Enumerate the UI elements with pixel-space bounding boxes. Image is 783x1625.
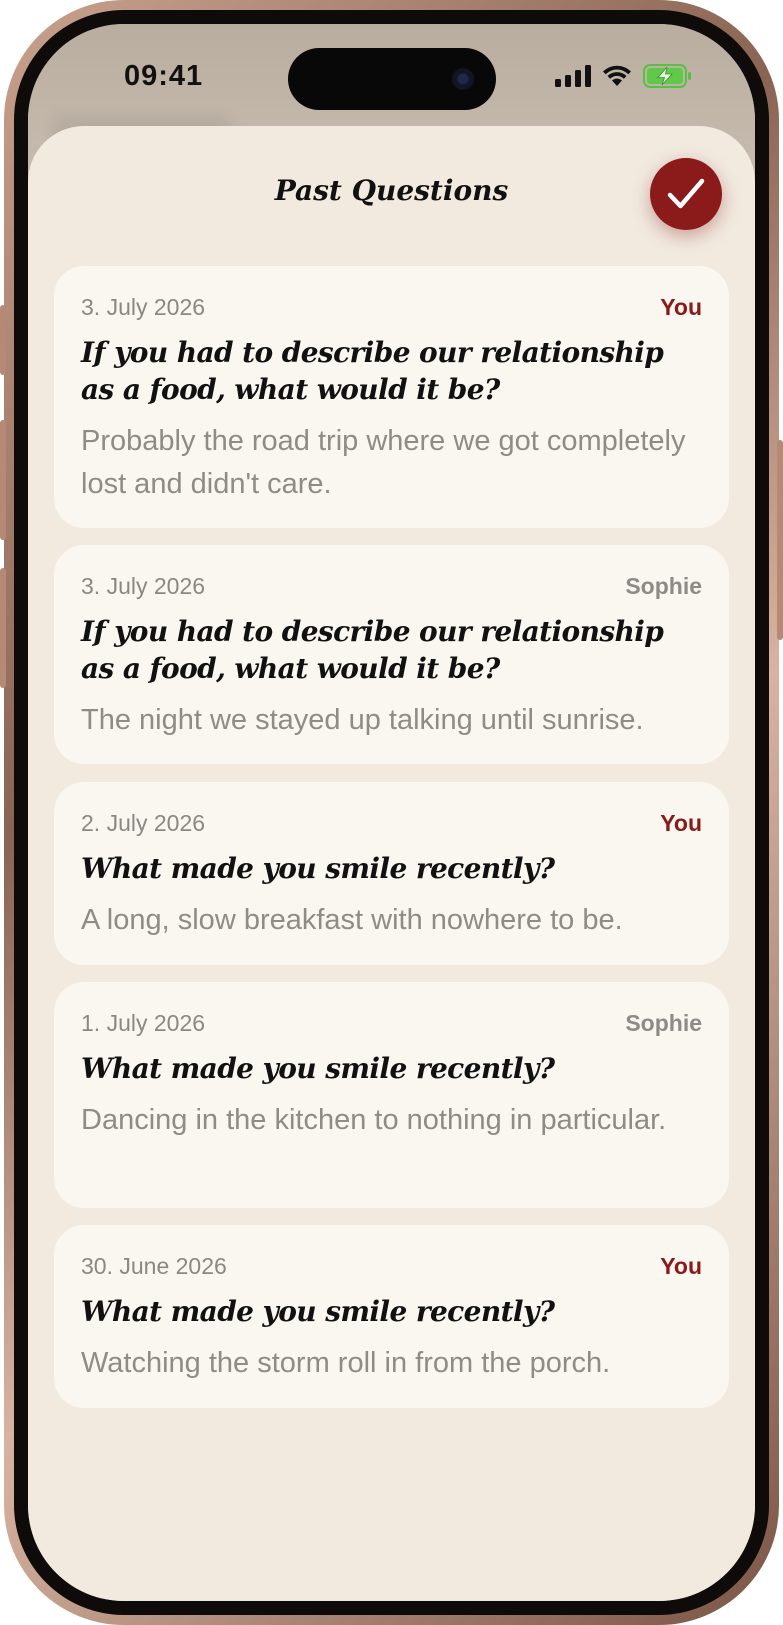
cellular-signal-icon bbox=[555, 65, 591, 87]
question-card[interactable]: 3. July 2026 Sophie If you had to descri… bbox=[54, 545, 729, 764]
card-answer: The night we stayed up talking until sun… bbox=[81, 704, 644, 736]
card-date: 3. July 2026 bbox=[81, 572, 206, 599]
card-date: 2. July 2026 bbox=[81, 809, 206, 836]
screen: 09:41 Past Questions 3. July 2026 You If… bbox=[28, 24, 755, 1601]
card-author: You bbox=[660, 809, 702, 836]
wifi-icon bbox=[603, 65, 631, 86]
card-question: What made you smile recently? bbox=[81, 1052, 555, 1085]
dynamic-island bbox=[288, 48, 496, 110]
card-date: 30. June 2026 bbox=[81, 1252, 227, 1279]
action-button bbox=[0, 305, 6, 375]
card-question: What made you smile recently? bbox=[81, 852, 555, 885]
sheet-title: Past Questions bbox=[274, 174, 509, 207]
question-card[interactable]: 1. July 2026 Sophie What made you smile … bbox=[54, 982, 729, 1208]
card-answer: Probably the road trip where we got comp… bbox=[81, 425, 686, 500]
phone-bezel: 09:41 Past Questions 3. July 2026 You If… bbox=[14, 10, 769, 1615]
card-answer: Watching the storm roll in from the porc… bbox=[81, 1347, 611, 1379]
card-question: If you had to describe our relationship … bbox=[81, 336, 664, 406]
question-card[interactable]: 2. July 2026 You What made you smile rec… bbox=[54, 782, 729, 965]
card-author: You bbox=[660, 1252, 702, 1279]
card-question: If you had to describe our relationship … bbox=[81, 615, 664, 685]
question-card[interactable]: 3. July 2026 You If you had to describe … bbox=[54, 266, 729, 528]
card-answer: A long, slow breakfast with nowhere to b… bbox=[81, 904, 623, 936]
card-date: 1. July 2026 bbox=[81, 1009, 206, 1036]
card-author: You bbox=[660, 293, 702, 320]
past-questions-sheet: Past Questions 3. July 2026 You If you h… bbox=[28, 126, 755, 1601]
checkmark-icon bbox=[667, 178, 705, 209]
volume-up-button bbox=[0, 420, 6, 540]
battery-charging-icon bbox=[643, 64, 691, 88]
status-bar: 09:41 bbox=[28, 24, 755, 134]
volume-down-button bbox=[0, 568, 6, 688]
power-button bbox=[777, 440, 783, 640]
card-author: Sophie bbox=[625, 572, 702, 599]
card-answer: Dancing in the kitchen to nothing in par… bbox=[81, 1104, 667, 1136]
card-question: What made you smile recently? bbox=[81, 1295, 555, 1328]
camera-icon bbox=[452, 68, 474, 90]
status-icons bbox=[555, 64, 693, 88]
card-date: 3. July 2026 bbox=[81, 293, 206, 320]
status-time: 09:41 bbox=[124, 60, 204, 92]
card-author: Sophie bbox=[625, 1009, 702, 1036]
done-button[interactable] bbox=[650, 158, 722, 230]
question-card[interactable]: 30. June 2026 You What made you smile re… bbox=[54, 1225, 729, 1408]
